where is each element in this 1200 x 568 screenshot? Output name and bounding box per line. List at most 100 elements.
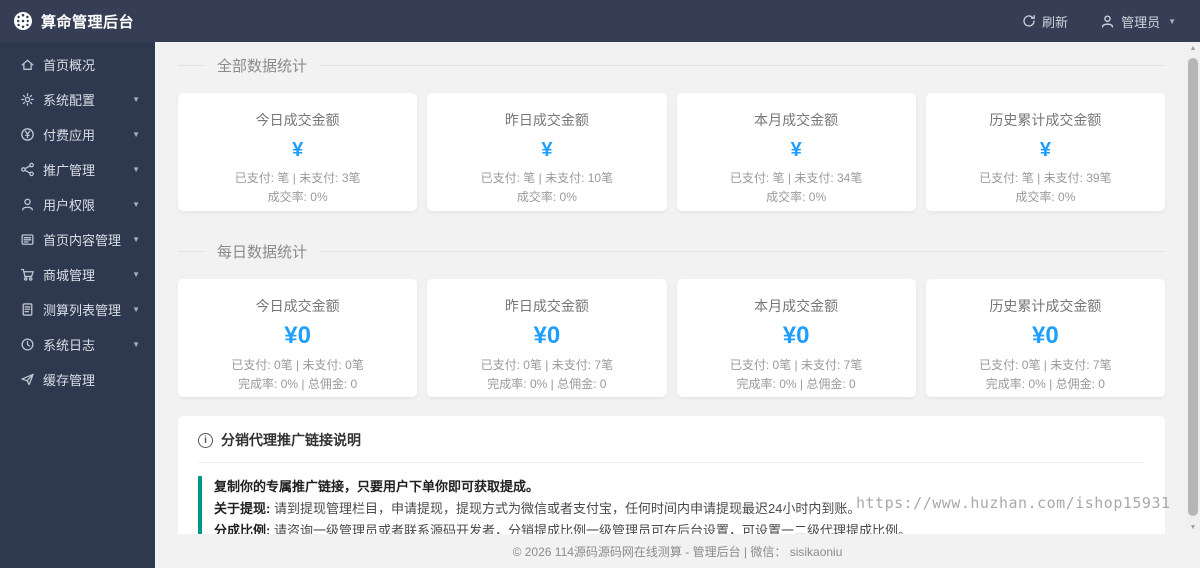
notice-line-text: 请到提现管理栏目，申请提现，提现方式为微信或者支付宝，任何时间内申请提现最迟24…	[270, 501, 861, 516]
sidebar-item-label: 商城管理	[43, 268, 96, 283]
sidebar-item-home-content[interactable]: 首页内容管理 ▼	[0, 222, 155, 257]
card-title: 本月成交金额	[754, 298, 839, 314]
watermark-text: https://www.huzhan.com/ishop15931	[856, 494, 1171, 512]
content-icon	[20, 232, 35, 247]
chevron-down-icon: ▼	[132, 165, 140, 174]
home-icon	[20, 57, 35, 72]
vertical-scrollbar[interactable]: ▲ ▼	[1186, 42, 1200, 534]
card-rate-line: 成交率: 0%	[766, 190, 827, 204]
scrollbar-up-arrow[interactable]: ▲	[1186, 45, 1200, 52]
sidebar-item-cache[interactable]: 缓存管理	[0, 362, 155, 397]
stat-card-yesterday-total: 昨日成交金额 ¥ 已支付: 笔 | 未支付: 10笔 成交率: 0%	[427, 93, 667, 211]
divider-line	[319, 65, 1165, 66]
card-rate-line: 完成率: 0% | 总佣金: 0	[985, 377, 1105, 391]
card-amount: ¥	[541, 139, 553, 161]
notice-header: 分销代理推广链接说明	[198, 430, 1145, 463]
sidebar-item-label: 付费应用	[43, 128, 96, 143]
card-title: 历史累计成交金额	[989, 298, 1102, 314]
sidebar-item-system-log[interactable]: 系统日志 ▼	[0, 327, 155, 362]
chevron-down-icon: ▼	[1168, 16, 1176, 26]
cart-icon	[20, 267, 35, 282]
section-header-all-stats: 全部数据统计	[178, 55, 1165, 76]
user-icon	[20, 197, 35, 212]
card-paid-line: 已支付: 0笔 | 未支付: 7笔	[979, 358, 1112, 372]
share-icon	[20, 162, 35, 177]
sidebar-item-promotion[interactable]: 推广管理 ▼	[0, 152, 155, 187]
navbar-right: 刷新 管理员 ▼	[1022, 12, 1200, 31]
sidebar-item-paid-apps[interactable]: 付费应用 ▼	[0, 117, 155, 152]
app-title: 算命管理后台	[41, 13, 135, 31]
card-amount: ¥	[1039, 139, 1051, 161]
card-paid-line: 已支付: 笔 | 未支付: 10笔	[480, 171, 614, 185]
card-paid-line: 已支付: 0笔 | 未支付: 0笔	[231, 358, 364, 372]
main-content: 全部数据统计 今日成交金额 ¥ 已支付: 笔 | 未支付: 3笔 成交率: 0%…	[155, 42, 1200, 568]
divider-line	[178, 65, 205, 66]
sidebar-item-system-config[interactable]: 系统配置 ▼	[0, 82, 155, 117]
divider-line	[178, 251, 205, 252]
clock-icon	[20, 337, 35, 352]
card-rate-line: 完成率: 0% | 总佣金: 0	[238, 377, 358, 391]
card-amount: ¥0	[782, 322, 810, 349]
card-title: 今日成交金额	[255, 298, 340, 314]
all-stats-cards: 今日成交金额 ¥ 已支付: 笔 | 未支付: 3笔 成交率: 0% 昨日成交金额…	[178, 93, 1165, 211]
sidebar-item-mall[interactable]: 商城管理 ▼	[0, 257, 155, 292]
page: 算命管理后台 刷新 管理员 ▼ 首页概况 系统配置 ▼ 付费应用 ▼ 推广管理 …	[0, 0, 1200, 568]
chevron-down-icon: ▼	[132, 200, 140, 209]
sidebar-item-label: 首页概况	[43, 58, 96, 73]
sidebar-item-label: 测算列表管理	[43, 303, 122, 318]
daily-stats-cards: 今日成交金额 ¥0 已支付: 0笔 | 未支付: 0笔 完成率: 0% | 总佣…	[178, 279, 1165, 397]
footer: © 2026 114源码源码网在线测算 - 管理后台 | 微信： sisikao…	[155, 534, 1200, 568]
card-rate-line: 成交率: 0%	[267, 190, 328, 204]
send-icon	[20, 372, 35, 387]
info-circle-icon	[198, 432, 213, 448]
scrollbar-thumb[interactable]	[1188, 58, 1198, 516]
stat-card-today-total: 今日成交金额 ¥ 已支付: 笔 | 未支付: 3笔 成交率: 0%	[178, 93, 418, 211]
stat-card-month-total: 本月成交金额 ¥ 已支付: 笔 | 未支付: 34笔 成交率: 0%	[676, 93, 916, 211]
notice-title: 分销代理推广链接说明	[221, 432, 361, 448]
card-rate-line: 完成率: 0% | 总佣金: 0	[736, 377, 856, 391]
card-paid-line: 已支付: 0笔 | 未支付: 7笔	[729, 358, 863, 372]
chevron-down-icon: ▼	[132, 95, 140, 104]
divider-line	[319, 251, 1165, 252]
stat-card-today-daily: 今日成交金额 ¥0 已支付: 0笔 | 未支付: 0笔 完成率: 0% | 总佣…	[178, 279, 418, 397]
yen-circle-icon	[20, 127, 35, 142]
card-amount: ¥0	[533, 322, 561, 349]
sidebar-item-home[interactable]: 首页概况	[0, 47, 155, 82]
section-title: 每日数据统计	[217, 244, 308, 261]
sidebar-item-label: 首页内容管理	[43, 233, 122, 248]
card-rate-line: 成交率: 0%	[516, 190, 577, 204]
stat-card-month-daily: 本月成交金额 ¥0 已支付: 0笔 | 未支付: 7笔 完成率: 0% | 总佣…	[676, 279, 916, 397]
card-title: 昨日成交金额	[504, 112, 589, 128]
refresh-button[interactable]: 刷新	[1022, 12, 1068, 31]
section-title: 全部数据统计	[217, 58, 308, 75]
card-amount: ¥0	[284, 322, 311, 349]
chevron-down-icon: ▼	[132, 130, 140, 139]
card-title: 昨日成交金额	[504, 298, 589, 314]
top-navbar: 算命管理后台 刷新 管理员 ▼	[0, 0, 1200, 42]
footer-text: © 2026 114源码源码网在线测算 - 管理后台 | 微信： sisikao…	[512, 544, 843, 559]
sidebar-item-user-permissions[interactable]: 用户权限 ▼	[0, 187, 155, 222]
card-paid-line: 已支付: 笔 | 未支付: 34笔	[729, 171, 863, 185]
refresh-label: 刷新	[1042, 14, 1069, 30]
app-logo[interactable]: 算命管理后台	[0, 11, 134, 32]
sidebar: 首页概况 系统配置 ▼ 付费应用 ▼ 推广管理 ▼ 用户权限 ▼ 首页内容管理 …	[0, 42, 155, 568]
card-title: 历史累计成交金额	[989, 112, 1102, 128]
card-title: 本月成交金额	[754, 112, 839, 128]
sidebar-item-label: 缓存管理	[43, 373, 96, 388]
section-header-daily-stats: 每日数据统计	[178, 241, 1165, 262]
stat-card-history-daily: 历史累计成交金额 ¥0 已支付: 0笔 | 未支付: 7笔 完成率: 0% | …	[925, 279, 1165, 397]
chevron-down-icon: ▼	[132, 235, 140, 244]
sidebar-item-calc-list[interactable]: 测算列表管理 ▼	[0, 292, 155, 327]
sidebar-item-label: 系统日志	[43, 338, 96, 353]
user-label: 管理员	[1121, 14, 1161, 30]
chevron-down-icon: ▼	[132, 340, 140, 349]
user-menu[interactable]: 管理员 ▼	[1100, 12, 1176, 31]
card-paid-line: 已支付: 笔 | 未支付: 39笔	[979, 171, 1112, 185]
card-amount: ¥0	[1032, 322, 1059, 349]
list-icon	[20, 302, 35, 317]
scrollbar-down-arrow[interactable]: ▼	[1186, 524, 1200, 531]
card-rate-line: 完成率: 0% | 总佣金: 0	[487, 377, 607, 391]
chevron-down-icon: ▼	[132, 305, 140, 314]
refresh-icon	[1022, 14, 1036, 28]
stat-card-history-total: 历史累计成交金额 ¥ 已支付: 笔 | 未支付: 39笔 成交率: 0%	[925, 93, 1165, 211]
